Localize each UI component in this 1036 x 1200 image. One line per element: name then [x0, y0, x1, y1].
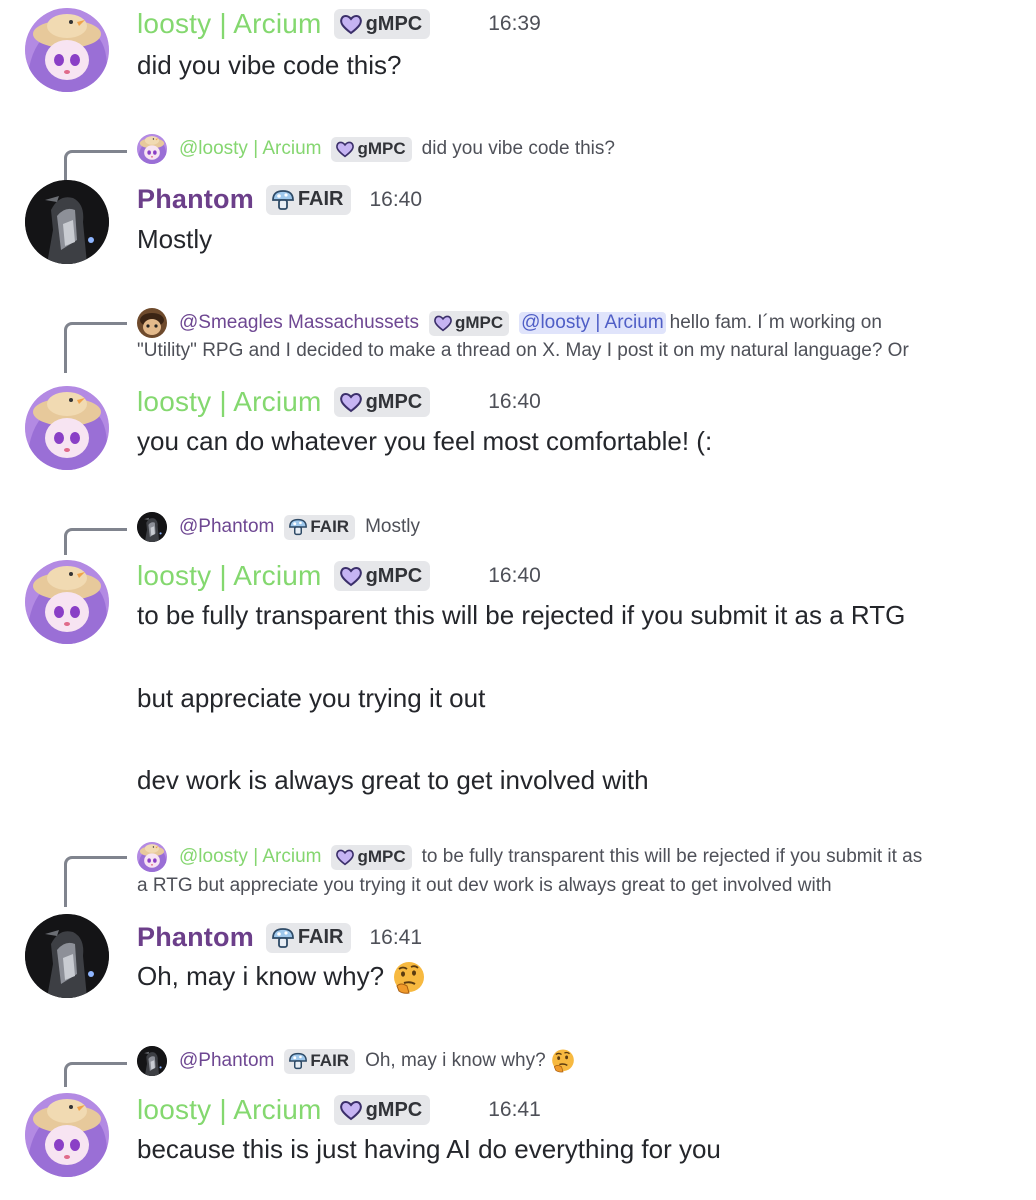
- message-content: did you vibe code this?: [137, 50, 402, 81]
- server-tag[interactable]: FAIR: [265, 184, 352, 215]
- thinking-face-icon: [391, 960, 427, 996]
- reply-spine: [64, 322, 127, 373]
- reply-preview[interactable]: @Phantom FAIR Oh, may i know why?: [137, 1046, 576, 1076]
- reply-text: to be fully transparent this will be rej…: [421, 846, 923, 867]
- reply-author[interactable]: @Phantom: [179, 516, 274, 538]
- thinking-face-icon: [550, 1048, 576, 1074]
- server-tag[interactable]: gMPC: [333, 9, 431, 39]
- reply-server-tag: gMPC: [429, 310, 510, 336]
- reply-spine: [64, 856, 127, 907]
- mushroom-icon: [271, 927, 295, 949]
- reply-avatar: [137, 1046, 167, 1076]
- author-name[interactable]: Phantom: [137, 922, 254, 953]
- user-mention[interactable]: @loosty | Arcium: [519, 312, 666, 334]
- heart-icon: [335, 140, 355, 158]
- server-tag-label: gMPC: [365, 12, 423, 35]
- reply-author[interactable]: @Phantom: [179, 1050, 274, 1072]
- reply-author[interactable]: @loosty | Arcium: [179, 846, 321, 868]
- message-content: Mostly: [137, 224, 212, 255]
- avatar[interactable]: [25, 8, 109, 92]
- message-content: because this is just having AI do everyt…: [137, 1134, 721, 1165]
- avatar[interactable]: [25, 386, 109, 470]
- reply-avatar: [137, 842, 167, 872]
- server-tag[interactable]: gMPC: [333, 387, 431, 417]
- reply-server-tag-label: FAIR: [310, 1051, 350, 1070]
- reply-spine: [64, 1062, 127, 1087]
- heart-icon: [335, 848, 355, 866]
- message-line: because this is just having AI do everyt…: [137, 1134, 721, 1164]
- message-line: but appreciate you trying it out: [137, 683, 486, 713]
- message-content: Oh, may i know why?: [137, 960, 427, 996]
- message-line: Mostly: [137, 224, 213, 254]
- message-line: you can do whatever you feel most comfor…: [137, 426, 713, 456]
- reply-server-tag-label: gMPC: [357, 139, 406, 158]
- author-name[interactable]: loosty | Arcium: [137, 1094, 322, 1126]
- timestamp: 16:40: [488, 564, 541, 587]
- avatar[interactable]: [25, 914, 109, 998]
- reply-server-tag-label: gMPC: [455, 313, 504, 332]
- timestamp: 16:40: [488, 390, 541, 413]
- message-content: to be fully transparent this will be rej…: [137, 600, 905, 631]
- message-content: dev work is always great to get involved…: [137, 765, 649, 796]
- timestamp: 16:39: [488, 12, 541, 35]
- server-tag-label: gMPC: [365, 564, 423, 587]
- reply-preview[interactable]: @loosty | Arcium gMPC to be fully transp…: [137, 842, 922, 872]
- server-tag-label: FAIR: [297, 926, 344, 948]
- server-tag-label: FAIR: [297, 188, 344, 210]
- reply-avatar: [137, 308, 167, 338]
- mushroom-icon: [288, 1052, 308, 1070]
- server-tag[interactable]: FAIR: [265, 922, 352, 953]
- server-tag-label: gMPC: [365, 390, 423, 413]
- avatar[interactable]: [25, 560, 109, 644]
- timestamp: 16:41: [369, 925, 423, 949]
- reply-preview[interactable]: @Smeagles Massachussets gMPC @loosty | A…: [137, 308, 882, 338]
- message-line: did you vibe code this?: [137, 50, 402, 80]
- reply-avatar: [137, 134, 167, 164]
- reply-text-continued: "Utility" RPG and I decided to make a th…: [137, 340, 909, 361]
- author-name[interactable]: loosty | Arcium: [137, 8, 322, 40]
- message-text: Oh, may i know why?: [137, 960, 385, 991]
- reply-author[interactable]: @Smeagles Massachussets: [179, 312, 419, 334]
- server-tag[interactable]: gMPC: [333, 1095, 431, 1125]
- author-name[interactable]: Phantom: [137, 184, 254, 215]
- message-line: to be fully transparent this will be rej…: [137, 600, 906, 630]
- heart-icon: [339, 13, 363, 35]
- heart-icon: [339, 391, 363, 413]
- reply-text-continued: a RTG but appreciate you trying it out d…: [137, 875, 832, 896]
- mushroom-icon: [288, 518, 308, 536]
- message-content: you can do whatever you feel most comfor…: [137, 426, 712, 457]
- message-line: dev work is always great to get involved…: [137, 765, 649, 795]
- author-name[interactable]: loosty | Arcium: [137, 560, 322, 592]
- reply-preview[interactable]: @Phantom FAIR Mostly: [137, 512, 420, 542]
- reply-avatar: [137, 512, 167, 542]
- reply-server-tag-label: gMPC: [357, 847, 406, 866]
- server-tag[interactable]: gMPC: [333, 561, 431, 591]
- reply-server-tag: FAIR: [284, 1048, 356, 1074]
- message-content: but appreciate you trying it out: [137, 683, 485, 714]
- timestamp: 16:40: [369, 187, 423, 211]
- reply-server-tag: gMPC: [331, 844, 412, 870]
- reply-text: Oh, may i know why?: [365, 1050, 546, 1071]
- reply-preview[interactable]: @loosty | Arcium gMPC did you vibe code …: [137, 134, 615, 164]
- message-line: Oh, may i know why?: [137, 960, 427, 996]
- author-name[interactable]: loosty | Arcium: [137, 386, 322, 418]
- reply-text: hello fam. I´m working on: [669, 312, 882, 333]
- reply-text: did you vibe code this?: [421, 138, 615, 159]
- reply-author[interactable]: @loosty | Arcium: [179, 138, 321, 160]
- avatar[interactable]: [25, 180, 109, 264]
- reply-server-tag-label: FAIR: [310, 517, 350, 536]
- reply-text: Mostly: [365, 516, 420, 537]
- timestamp: 16:41: [488, 1098, 541, 1121]
- heart-icon: [433, 314, 453, 332]
- mushroom-icon: [271, 189, 295, 211]
- heart-icon: [339, 1099, 363, 1121]
- reply-server-tag: FAIR: [284, 514, 356, 540]
- heart-icon: [339, 565, 363, 587]
- reply-spine: [64, 528, 127, 555]
- reply-server-tag: gMPC: [331, 136, 412, 162]
- avatar[interactable]: [25, 1093, 109, 1177]
- server-tag-label: gMPC: [365, 1098, 423, 1121]
